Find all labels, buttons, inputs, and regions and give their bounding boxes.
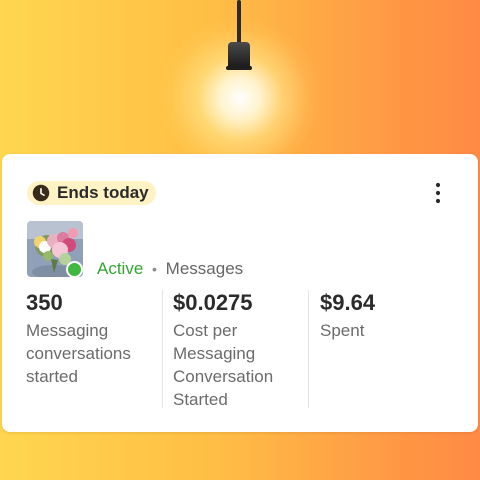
campaign-status-line: Active • Messages xyxy=(97,258,243,280)
more-vertical-icon xyxy=(435,182,441,204)
metric-label: Cost per Messaging Conversation Started xyxy=(173,321,274,409)
metric-value: $0.0275 xyxy=(173,290,253,315)
campaign-card[interactable]: Ends today Active • Messages 350 Messagi… xyxy=(2,154,478,432)
active-status-text: Active xyxy=(97,259,144,278)
ends-today-badge: Ends today xyxy=(27,181,156,205)
metric-cost-per-conversation: $0.0275 Cost per Messaging Conversation … xyxy=(173,290,301,411)
metric-label: Spent xyxy=(320,321,365,340)
hero-banner xyxy=(0,0,480,170)
light-bulb-cord xyxy=(237,0,241,44)
status-separator: • xyxy=(152,261,157,277)
metric-divider xyxy=(162,290,163,408)
campaign-thumbnail-wrap xyxy=(27,221,85,278)
ends-today-label: Ends today xyxy=(57,183,149,202)
light-bulb-rim xyxy=(226,66,252,70)
metric-label: Messaging conversations started xyxy=(26,321,131,386)
metric-value: $9.64 xyxy=(320,290,376,315)
campaign-objective-text: Messages xyxy=(165,259,244,278)
clock-icon xyxy=(32,184,50,202)
metric-value: 350 xyxy=(26,290,63,315)
metric-conversations-started: 350 Messaging conversations started xyxy=(26,290,154,388)
metric-spent: $9.64 Spent xyxy=(320,290,448,342)
active-status-dot xyxy=(66,261,83,278)
more-options-button[interactable] xyxy=(424,178,452,208)
metric-divider xyxy=(308,290,309,408)
